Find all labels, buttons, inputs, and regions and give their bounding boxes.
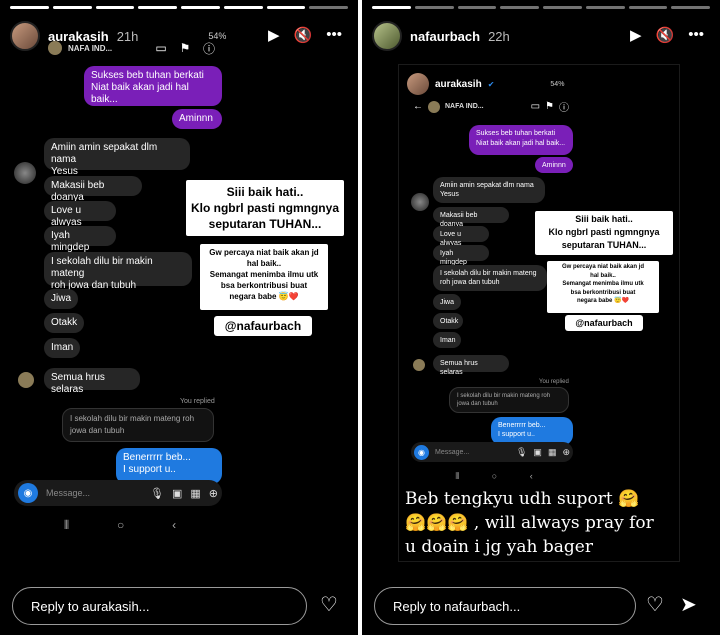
- play-icon[interactable]: ▶: [268, 26, 280, 44]
- gallery-icon: ▣: [533, 446, 542, 457]
- heart-icon[interactable]: ♡: [646, 592, 664, 617]
- replied-quote: I sekolah dilu bir makin mateng roh jowa…: [449, 387, 569, 413]
- video-icon: ▭: [530, 101, 541, 112]
- chat-avatar: [413, 359, 425, 371]
- info-icon: ⓘ: [559, 103, 569, 114]
- chat-avatar: [14, 162, 36, 184]
- sticker-icon[interactable]: ▦: [190, 487, 200, 500]
- chat-message-sent: Sukses beb tuhan berkati Niat baik akan …: [84, 66, 222, 106]
- heart-icon[interactable]: ♡: [320, 592, 338, 617]
- android-nav-bar: ⦀ ○ ‹: [439, 471, 549, 482]
- story-time: 22h: [488, 28, 510, 44]
- back-icon: ‹: [529, 471, 533, 481]
- plus-icon[interactable]: ⊕: [209, 487, 218, 500]
- chat-message-received: Makasii beb doanya: [44, 176, 142, 203]
- text-sticker: Siii baik hati.. Klo ngbrl pasti ngmngny…: [535, 211, 673, 255]
- avatar: [407, 73, 429, 95]
- story-caption: Beb tengkyu udh suport 🤗 🤗🤗🤗 , will alwa…: [405, 489, 654, 557]
- flag-icon: ⚑: [545, 101, 554, 112]
- recents-icon[interactable]: ⦀: [64, 518, 69, 533]
- story-username[interactable]: nafaurbach: [410, 29, 480, 44]
- chat-message-received: Iman: [44, 338, 80, 358]
- chat-message-received: I sekolah dilu bir makin mateng roh jowa…: [44, 252, 192, 291]
- android-nav-bar: ⦀ ○ ‹: [40, 518, 200, 533]
- story-progress: [372, 6, 710, 9]
- chat-message-received: Jiwa: [433, 294, 461, 310]
- text-sticker: Gw percaya niat baik akan jd hal baik.. …: [200, 244, 328, 310]
- mic-icon: 🎙: [515, 446, 528, 457]
- chat-message-received: I sekolah dilu bir makin mateng roh jowa…: [433, 265, 547, 291]
- message-bar[interactable]: ◉ Message... 🎙 ▣ ▦ ⊕: [14, 480, 222, 506]
- reply-input[interactable]: Reply to nafaurbach...: [374, 587, 636, 625]
- message-input[interactable]: Message...: [46, 488, 90, 498]
- gallery-icon[interactable]: ▣: [172, 487, 182, 500]
- mute-icon[interactable]: 🔇: [656, 26, 675, 44]
- text-sticker: Siii baik hati.. Klo ngbrl pasti ngmngny…: [186, 180, 344, 236]
- mention-sticker: @nafaurbach: [565, 315, 643, 331]
- chat-message-received: Iman: [433, 332, 461, 348]
- mention-sticker[interactable]: @nafaurbach: [214, 316, 312, 336]
- home-icon[interactable]: ○: [117, 518, 124, 533]
- chat-message-received: Semua hrus selaras: [433, 355, 509, 376]
- chat-message-received: Makasii beb doanya: [433, 207, 509, 228]
- chat-message-received: Love u alwyas: [433, 226, 489, 247]
- chat-message-received: Jiwa: [44, 289, 78, 309]
- send-icon[interactable]: ➤: [680, 592, 697, 617]
- home-icon: ○: [491, 471, 498, 481]
- chat-message-received: Iyah mingdep: [44, 226, 116, 253]
- camera-icon: ◉: [414, 444, 429, 460]
- chat-message-received: Semua hrus selaras: [44, 368, 140, 395]
- reply-input[interactable]: Reply to aurakasih...: [12, 587, 307, 625]
- camera-icon[interactable]: ◉: [18, 483, 38, 503]
- story-left: aurakasih 21h 54% NAFA IND... ▭ ⚑ ⓘ Suks…: [0, 0, 358, 635]
- message-bar: ◉ Message... 🎙 ▣ ▦ ⊕: [411, 442, 573, 462]
- recents-icon: ⦀: [455, 471, 460, 481]
- chat-message-sent: Aminnn: [535, 157, 573, 173]
- replied-quote: I sekolah dilu bir makin mateng roh jowa…: [62, 408, 214, 442]
- text-sticker: Gw percaya niat baik akan jd hal baik.. …: [547, 261, 659, 313]
- chat-message-sent: Benerrrrr beb... I support u..: [116, 448, 222, 484]
- chat-message-received: Love u alwyas: [44, 201, 116, 228]
- chat-message-received: Otakk: [44, 313, 84, 333]
- sticker-icon: ▦: [547, 446, 557, 457]
- back-arrow-icon: ←: [413, 101, 423, 112]
- chat-avatar: [428, 100, 440, 113]
- back-icon[interactable]: ‹: [172, 518, 176, 533]
- chat-message-received: Iyah mingdep: [433, 245, 489, 266]
- inner-username: aurakasih: [435, 78, 482, 90]
- chat-title: NAFA IND...: [445, 103, 484, 110]
- chat-message-received: Otakk: [433, 313, 463, 329]
- message-input: Message...: [435, 448, 470, 456]
- reshared-story: aurakasih ✔ 54% ← NAFA IND... ▭ ⚑ ⓘ Suks…: [398, 64, 680, 562]
- mic-icon[interactable]: 🎙: [150, 487, 164, 500]
- chat-avatar: [18, 372, 34, 388]
- you-replied-label: You replied: [539, 379, 569, 385]
- chat-message-received: Amiin amin sepakat dlm nama Yesus: [433, 177, 545, 203]
- chat-message-sent: Aminnn: [172, 109, 222, 129]
- play-icon[interactable]: ▶: [630, 26, 642, 44]
- mute-icon[interactable]: 🔇: [294, 26, 313, 44]
- avatar[interactable]: [372, 21, 402, 51]
- chat-message-sent: Sukses beb tuhan berkati Niat baik akan …: [469, 125, 573, 155]
- chat-message-received: Amiin amin sepakat dlm nama Yesus: [44, 138, 190, 177]
- more-icon[interactable]: •••: [688, 26, 704, 44]
- verified-icon: ✔: [487, 79, 495, 89]
- status-battery: 54%: [550, 80, 565, 88]
- chat-avatar: [411, 193, 429, 211]
- more-icon[interactable]: •••: [326, 26, 342, 44]
- you-replied-label: You replied: [180, 398, 215, 405]
- plus-icon: ⊕: [562, 446, 570, 457]
- chat-message-sent: Benerrrrr beb... I support u..: [491, 417, 573, 445]
